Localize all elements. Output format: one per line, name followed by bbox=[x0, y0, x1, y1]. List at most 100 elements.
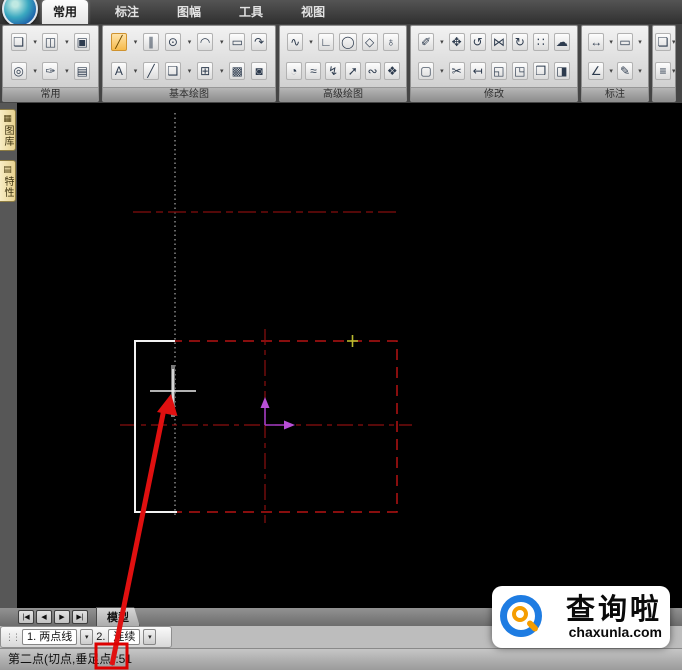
dimension-dropdown-icon[interactable]: ▾ bbox=[609, 38, 613, 46]
watermark-domain: chaxunla.com bbox=[568, 623, 662, 640]
hatch-button[interactable]: ▩ bbox=[229, 61, 246, 80]
line-mode-dropdown-icon[interactable]: ▾ bbox=[80, 629, 94, 645]
continuity-combobox[interactable]: 连续 bbox=[108, 629, 141, 645]
insert-button[interactable]: ⊞ bbox=[197, 61, 214, 80]
explode-button[interactable]: ◨ bbox=[553, 61, 570, 80]
next-sheet-button[interactable]: ▶ bbox=[54, 610, 70, 624]
model-sheet-tab[interactable]: 模型 bbox=[96, 607, 140, 627]
stretch-button[interactable]: ☁ bbox=[553, 33, 570, 52]
zoom-dropdown-icon[interactable]: ▾ bbox=[33, 67, 37, 75]
section-button[interactable]: ◔ bbox=[285, 61, 302, 80]
scale-button[interactable]: ◱ bbox=[490, 61, 507, 80]
tolerance-dropdown-icon[interactable]: ▾ bbox=[638, 38, 642, 46]
magnifier-glass-icon bbox=[512, 606, 528, 622]
arc-dropdown-icon[interactable]: ▾ bbox=[220, 38, 224, 46]
zoom-button[interactable]: ◎ bbox=[10, 61, 27, 80]
sketch-line-button[interactable]: ╱ bbox=[143, 61, 160, 80]
text-button[interactable]: A bbox=[110, 61, 127, 80]
mirror-button[interactable]: ⋈ bbox=[490, 33, 507, 52]
redraw-dropdown-icon[interactable]: ▾ bbox=[65, 67, 69, 75]
dimension-button[interactable]: ↔ bbox=[588, 33, 605, 52]
dim-edit-dropdown-icon[interactable]: ▾ bbox=[638, 67, 642, 75]
continuity-dropdown-icon[interactable]: ▾ bbox=[143, 629, 157, 645]
copy-dropdown-icon[interactable]: ▾ bbox=[65, 38, 69, 46]
block-dropdown-icon[interactable]: ▾ bbox=[188, 67, 192, 75]
erase-dropdown-icon[interactable]: ▾ bbox=[440, 38, 444, 46]
paste-dropdown-icon[interactable]: ▾ bbox=[33, 38, 37, 46]
text-dropdown-icon[interactable]: ▾ bbox=[134, 67, 138, 75]
group-label: 常用 bbox=[3, 87, 98, 101]
drawing-canvas[interactable] bbox=[17, 103, 682, 608]
option2-prefix-label: 2. bbox=[96, 631, 106, 643]
last-sheet-button[interactable]: ▶| bbox=[72, 610, 88, 624]
sidebar-tab-label: 图库 bbox=[2, 125, 13, 147]
array-button[interactable]: ∷ bbox=[532, 33, 549, 52]
fillet-button[interactable]: ◳ bbox=[511, 61, 528, 80]
line-mode-combobox[interactable]: 1. 两点线 bbox=[22, 629, 78, 645]
arc-button[interactable]: ◠ bbox=[197, 33, 214, 52]
paste-button[interactable]: ❏ bbox=[10, 33, 27, 52]
axis-right-arrowhead bbox=[284, 420, 295, 430]
extend-button[interactable]: ↤ bbox=[469, 61, 486, 80]
formula-curve-button[interactable]: ∾ bbox=[364, 61, 381, 80]
ribbon-tab-视图[interactable]: 视图 bbox=[290, 0, 336, 24]
sheet-dropdown-icon[interactable]: ▾ bbox=[672, 38, 675, 46]
app-logo-icon[interactable] bbox=[2, 0, 38, 27]
sheet-nav-buttons: |◀ ◀ ▶ ▶| bbox=[18, 610, 88, 624]
line-dropdown-icon[interactable]: ▾ bbox=[134, 38, 138, 46]
arrow-button[interactable]: ➚ bbox=[344, 61, 361, 80]
ribbon-group-clipped: ❏ ▾ ≡ ▾ bbox=[652, 25, 676, 102]
panel-grip-handle[interactable]: ⋮⋮ bbox=[5, 632, 21, 643]
copy-button[interactable]: ◫ bbox=[42, 33, 59, 52]
curve-button[interactable]: ↷ bbox=[251, 33, 268, 52]
polyline-button[interactable]: ∟ bbox=[317, 33, 334, 52]
sidebar-tab-特性[interactable]: ▤ 特性 bbox=[0, 160, 16, 202]
coordinate-dropdown-icon[interactable]: ▾ bbox=[609, 67, 613, 75]
sidebar-tab-图库[interactable]: ▦ 图库 bbox=[0, 109, 16, 151]
ribbon-tab-图幅[interactable]: 图幅 bbox=[166, 0, 212, 24]
library-icon: ▦ bbox=[3, 113, 12, 123]
ribbon-tab-常用[interactable]: 常用 bbox=[42, 0, 89, 24]
line-style-dropdown-icon[interactable]: ▾ bbox=[672, 67, 675, 75]
sheet-button[interactable]: ❏ bbox=[655, 33, 671, 52]
axis-up-arrowhead bbox=[260, 397, 270, 408]
rotate-button[interactable]: ↻ bbox=[511, 33, 528, 52]
offset-button[interactable]: ❒ bbox=[532, 61, 549, 80]
circle-dropdown-icon[interactable]: ▾ bbox=[188, 38, 192, 46]
region-button[interactable]: ◙ bbox=[251, 61, 268, 80]
refresh-view-button[interactable]: ▣ bbox=[74, 33, 91, 52]
insert-dropdown-icon[interactable]: ▾ bbox=[220, 67, 224, 75]
gear-button[interactable]: ❖ bbox=[384, 61, 401, 80]
rectangle-button[interactable]: ▭ bbox=[229, 33, 246, 52]
select-button[interactable]: ▢ bbox=[418, 61, 435, 80]
ribbon-tab-工具[interactable]: 工具 bbox=[228, 0, 274, 24]
copy-obj-button[interactable]: ↺ bbox=[469, 33, 486, 52]
redraw-button[interactable]: ✑ bbox=[42, 61, 59, 80]
ribbon-tab-标注[interactable]: 标注 bbox=[104, 0, 150, 24]
spline-button[interactable]: ∿ bbox=[287, 33, 304, 52]
spline-dropdown-icon[interactable]: ▾ bbox=[309, 38, 313, 46]
wave-line-button[interactable]: ≈ bbox=[305, 61, 322, 80]
hole-axis-button[interactable]: ♁ bbox=[382, 33, 399, 52]
prev-sheet-button[interactable]: ◀ bbox=[36, 610, 52, 624]
line-button[interactable]: ╱ bbox=[110, 33, 127, 52]
polygon-button[interactable]: ◇ bbox=[361, 33, 378, 52]
trim-button[interactable]: ✂ bbox=[448, 61, 465, 80]
move-button[interactable]: ✥ bbox=[448, 33, 465, 52]
ellipse-button[interactable]: ◯ bbox=[339, 33, 357, 52]
first-sheet-button[interactable]: |◀ bbox=[18, 610, 34, 624]
status-bar: 第二点(切点,垂足点):51 bbox=[0, 648, 682, 670]
select-dropdown-icon[interactable]: ▾ bbox=[440, 67, 444, 75]
zigzag-button[interactable]: ↯ bbox=[325, 61, 342, 80]
group-label: 标注 bbox=[582, 87, 648, 101]
tolerance-button[interactable]: ▭ bbox=[617, 33, 634, 52]
circle-button[interactable]: ⊙ bbox=[164, 33, 181, 52]
erase-button[interactable]: ✐ bbox=[418, 33, 435, 52]
coordinate-button[interactable]: ∠ bbox=[588, 61, 605, 80]
palette-button[interactable]: ▤ bbox=[74, 61, 91, 80]
dim-edit-button[interactable]: ✎ bbox=[617, 61, 634, 80]
parallel-button[interactable]: ∥ bbox=[143, 33, 160, 52]
block-button[interactable]: ❑ bbox=[164, 61, 181, 80]
line-style-button[interactable]: ≡ bbox=[655, 61, 671, 80]
active-white-rect bbox=[134, 340, 177, 513]
